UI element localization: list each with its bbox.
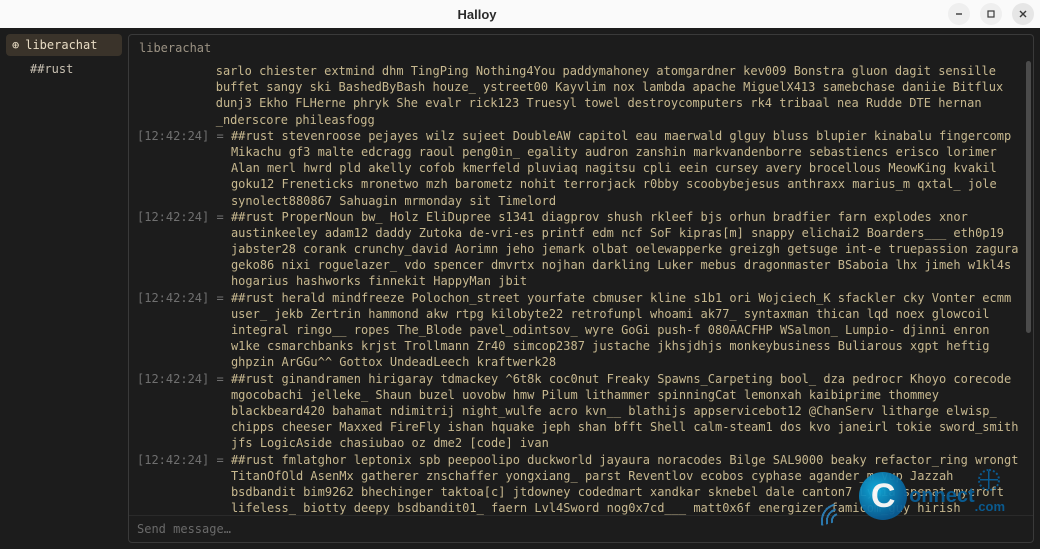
message-body: ##rust herald mindfreeze Polochon_street… [231, 290, 1025, 371]
timestamp: [12:42:24] [137, 128, 216, 144]
sidebar-channel-label: ##rust [30, 62, 73, 76]
chat-line: [12:42:24] = ##rust ginandramen hirigara… [137, 371, 1025, 452]
window-title: Halloy [6, 7, 948, 22]
chat-line: sarlo chiester extmind dhm TingPing Noth… [137, 63, 1025, 128]
sidebar: ⊕ liberachat ##rust [6, 34, 122, 543]
chat-line: [12:42:24] = ##rust herald mindfreeze Po… [137, 290, 1025, 371]
content-pane: liberachat sarlo chiester extmind dhm Ti… [128, 34, 1034, 543]
sidebar-channel-rust[interactable]: ##rust [6, 58, 122, 80]
message-body: ##rust fmlatghor leptonix spb peepoolipo… [231, 452, 1025, 516]
separator: = [216, 371, 230, 387]
scrollbar-thumb[interactable] [1026, 61, 1031, 333]
message-input[interactable] [137, 522, 1025, 536]
titlebar: Halloy [0, 0, 1040, 28]
message-body: ##rust ginandramen hirigaray tdmackey ^6… [231, 371, 1025, 452]
separator: = [216, 290, 230, 306]
timestamp: [12:42:24] [137, 452, 216, 468]
separator: = [216, 209, 230, 225]
main-area: ⊕ liberachat ##rust liberachat sarlo chi… [0, 28, 1040, 549]
timestamp: [12:42:24] [137, 290, 216, 306]
timestamp: [12:42:24] [137, 371, 216, 387]
minimize-button[interactable] [948, 3, 970, 25]
message-body: ##rust stevenroose pejayes wilz sujeet D… [231, 128, 1025, 209]
pane-header: liberachat [129, 35, 1033, 61]
maximize-button[interactable] [980, 3, 1002, 25]
sidebar-server-label: liberachat [25, 38, 97, 52]
timestamp: [12:42:24] [137, 209, 216, 225]
titlebar-controls [948, 3, 1034, 25]
maximize-icon [986, 9, 996, 19]
globe-icon: ⊕ [12, 38, 19, 52]
minimize-icon [954, 9, 964, 19]
chat-line: [12:42:24] = ##rust ProperNoun bw_ Holz … [137, 209, 1025, 290]
separator: = [216, 452, 230, 468]
message-body: sarlo chiester extmind dhm TingPing Noth… [216, 63, 1025, 128]
close-button[interactable] [1012, 3, 1034, 25]
message-input-row [129, 515, 1033, 542]
message-body: ##rust ProperNoun bw_ Holz EliDupree s13… [231, 209, 1025, 290]
sidebar-server-liberachat[interactable]: ⊕ liberachat [6, 34, 122, 56]
separator: = [216, 128, 230, 144]
chat-line: [12:42:24] = ##rust stevenroose pejayes … [137, 128, 1025, 209]
close-icon [1018, 9, 1028, 19]
chat-line: [12:42:24] = ##rust fmlatghor leptonix s… [137, 452, 1025, 516]
chat-log[interactable]: sarlo chiester extmind dhm TingPing Noth… [129, 61, 1033, 515]
